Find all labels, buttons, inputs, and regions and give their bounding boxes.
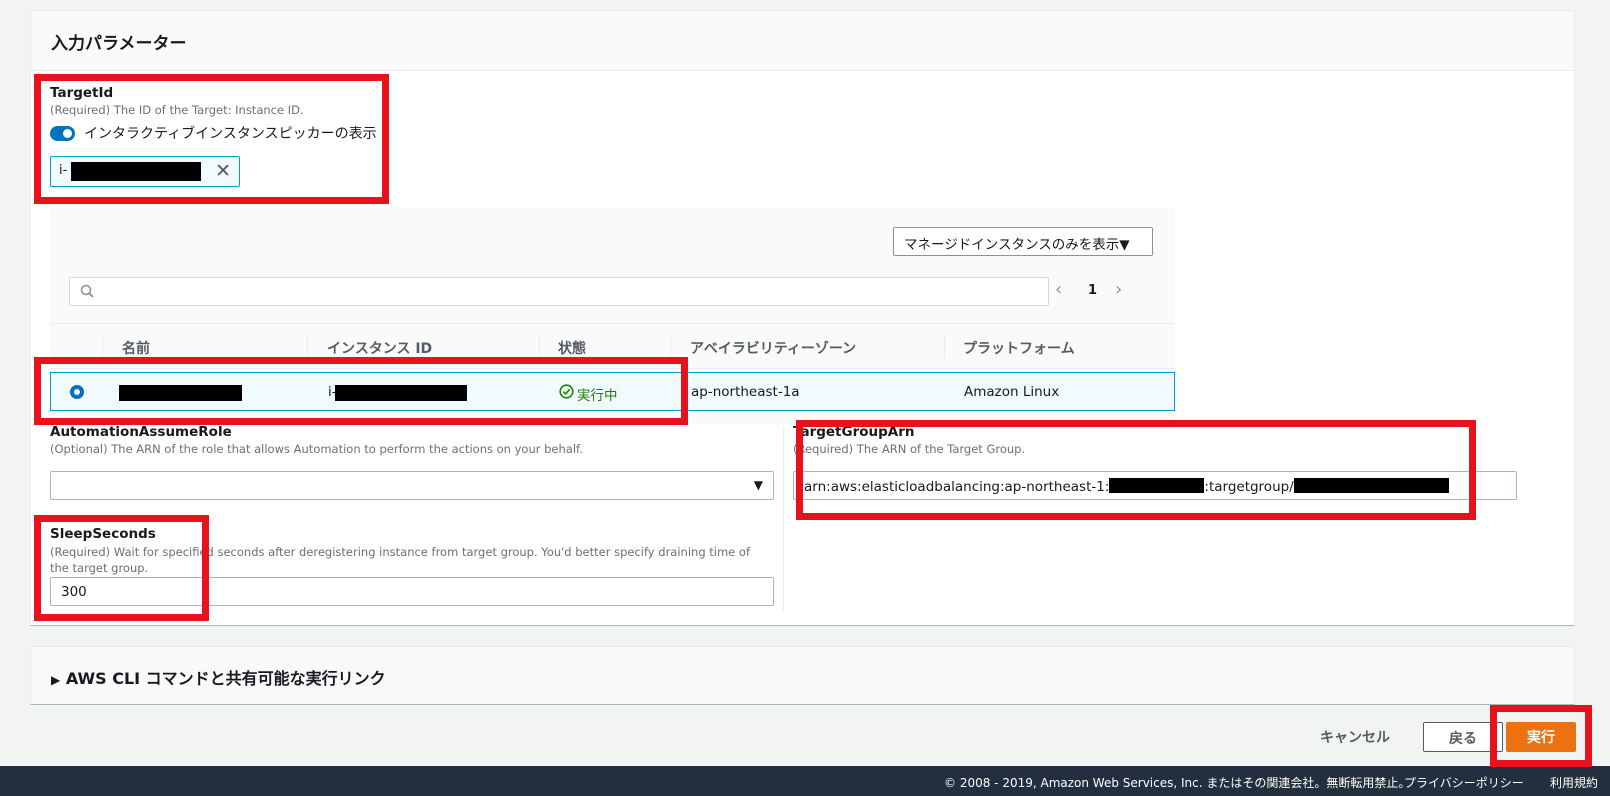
- search-icon: [80, 284, 94, 298]
- cli-section-title-text: AWS CLI コマンドと共有可能な実行リンク: [65, 669, 386, 688]
- chevron-left-icon[interactable]: ‹: [1055, 279, 1062, 300]
- automation-role-select[interactable]: ▼: [50, 471, 774, 500]
- column-separator: [944, 334, 945, 358]
- column-header-name[interactable]: 名前: [122, 338, 150, 358]
- highlight-box: [34, 357, 688, 425]
- cli-command-section[interactable]: ▶ AWS CLI コマンドと共有可能な実行リンク: [30, 646, 1575, 705]
- column-header-state[interactable]: 状態: [558, 338, 586, 358]
- column-separator: [102, 334, 103, 358]
- column-header-platform[interactable]: プラットフォーム: [963, 338, 1075, 358]
- caret-down-icon: ▼: [753, 478, 763, 492]
- highlight-box: [796, 420, 1476, 520]
- column-separator: [539, 334, 540, 358]
- footer-terms-link[interactable]: 利用規約: [1550, 774, 1598, 791]
- row-platform: Amazon Linux: [964, 384, 1060, 400]
- filter-button-label: マネージドインスタンスのみを表示: [904, 237, 1120, 253]
- cli-section-title[interactable]: ▶ AWS CLI コマンドと共有可能な実行リンク: [51, 665, 386, 689]
- column-header-az[interactable]: アベイラビリティーゾーン: [690, 338, 856, 358]
- automation-role-description: (Optional) The ARN of the role that allo…: [50, 442, 583, 456]
- highlight-box: [1490, 705, 1592, 767]
- highlight-box: [34, 74, 389, 204]
- footer-copyright: © 2008 - 2019, Amazon Web Services, Inc.…: [944, 776, 1411, 790]
- highlight-box: [34, 515, 209, 621]
- caret-right-icon: ▶: [51, 673, 61, 687]
- column-divider: [783, 426, 784, 611]
- column-header-instance-id[interactable]: インスタンス ID: [327, 338, 432, 358]
- column-separator: [307, 334, 308, 358]
- panel-title: 入力パラメーター: [51, 34, 187, 54]
- chevron-right-icon[interactable]: ›: [1115, 279, 1122, 300]
- page-footer: © 2008 - 2019, Amazon Web Services, Inc.…: [0, 766, 1610, 796]
- caret-down-icon: ▼: [1119, 237, 1130, 253]
- column-separator: [670, 334, 671, 358]
- managed-instances-filter-button[interactable]: マネージドインスタンスのみを表示▼: [893, 227, 1153, 256]
- cancel-button[interactable]: キャンセル: [1320, 727, 1390, 747]
- automation-role-label: AutomationAssumeRole: [50, 424, 232, 440]
- row-availability-zone: ap-northeast-1a: [691, 384, 800, 400]
- pager-current-page[interactable]: 1: [1088, 283, 1097, 298]
- footer-privacy-link[interactable]: プライバシーポリシー: [1404, 774, 1524, 791]
- instance-search-input[interactable]: [69, 277, 1049, 306]
- panel-header: 入力パラメーター: [31, 11, 1574, 71]
